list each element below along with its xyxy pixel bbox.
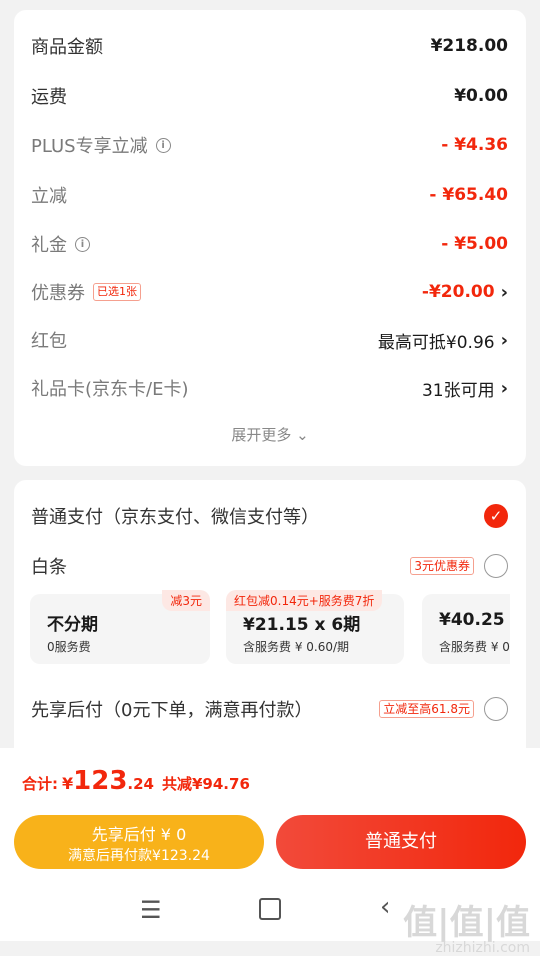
coupon-row[interactable]: 优惠券 已选1张 -¥20.00 › — [31, 277, 508, 307]
plan-no-installment[interactable]: 减3元 不分期 0服务费 — [30, 590, 210, 664]
plan-6-months[interactable]: 红包减0.14元+服务费7折 ¥21.15 x 6期 含服务费 ¥ 0.60/期 — [226, 590, 404, 664]
plan-badge: 减3元 — [162, 590, 210, 611]
normal-pay-option[interactable]: 普通支付（京东支付、微信支付等） ✓ — [31, 501, 508, 531]
check-icon[interactable]: ✓ — [484, 504, 508, 528]
chevron-right-icon: › — [500, 329, 508, 351]
gift-money-value: - ¥5.00 — [441, 234, 508, 254]
plus-discount-label: PLUS专享立减 — [31, 136, 148, 157]
giftcard-row[interactable]: 礼品卡(京东卡/E卡) 31张可用 › — [31, 373, 508, 403]
goods-amount-row: 商品金额 ¥218.00 — [31, 31, 508, 61]
pay-later-button-title: 先享后付 ¥ 0 — [91, 825, 187, 844]
redpacket-row[interactable]: 红包 最高可抵¥0.96 › — [31, 325, 508, 355]
plan-title: ¥40.25 x — [439, 610, 510, 630]
pay-later-label: 先享后付（0元下单，满意再付款） — [31, 700, 313, 721]
plan-title: 不分期 — [47, 615, 98, 635]
pay-later-radio[interactable] — [484, 697, 508, 721]
menu-icon[interactable]: ☰ — [140, 896, 162, 924]
normal-pay-button[interactable]: 普通支付 — [276, 815, 526, 869]
back-icon[interactable]: ‹ — [380, 892, 390, 922]
plus-discount-value: - ¥4.36 — [441, 135, 508, 155]
total-label: 合计: — [22, 775, 58, 793]
pay-later-button-sub: 满意后再付款¥123.24 — [68, 848, 210, 864]
coupon-value: -¥20.00 — [421, 282, 495, 302]
order-summary-card: 商品金额 ¥218.00 运费 ¥0.00 PLUS专享立减 i - ¥4.36 … — [14, 10, 526, 466]
redpacket-label: 红包 — [31, 331, 67, 352]
plan-title: ¥21.15 x 6期 — [243, 615, 361, 635]
giftcard-value: 31张可用 — [421, 380, 495, 401]
chevron-right-icon: › — [500, 377, 508, 399]
total-decimal: .24 — [127, 775, 154, 793]
pay-later-button[interactable]: 先享后付 ¥ 0 满意后再付款¥123.24 — [14, 815, 264, 869]
watermark-url: zhizhizhi.com — [435, 940, 530, 956]
shipping-row: 运费 ¥0.00 — [31, 81, 508, 111]
watermark-logo: 值|值|值 — [403, 903, 530, 943]
coupon-label: 优惠券 — [31, 283, 85, 304]
gift-money-label: 礼金 — [31, 235, 67, 256]
checkout-bar: 合计: ¥ 123 .24 共减¥94.76 先享后付 ¥ 0 满意后再付款¥1… — [0, 748, 540, 956]
plan-fee: 含服务费 ¥ 0 — [439, 640, 510, 654]
chevron-down-icon: ⌄ — [291, 426, 309, 444]
plan-fee: 含服务费 ¥ 0.60/期 — [243, 640, 350, 654]
expand-more-label: 展开更多 — [231, 426, 292, 444]
info-icon[interactable]: i — [75, 236, 90, 252]
shipping-label: 运费 — [31, 87, 67, 108]
total-integer: 123 — [73, 766, 128, 796]
total-amount: 合计: ¥ 123 .24 共减¥94.76 — [22, 766, 250, 796]
chevron-right-icon: › — [500, 281, 508, 303]
baitiao-label: 白条 — [31, 557, 67, 578]
goods-amount-label: 商品金额 — [31, 37, 103, 58]
installment-plans: 减3元 不分期 0服务费 红包减0.14元+服务费7折 ¥21.15 x 6期 … — [30, 584, 510, 670]
watermark: 值|值|值 zhizhizhi.com — [403, 906, 530, 956]
instant-discount-value: - ¥65.40 — [429, 185, 508, 205]
total-saved: 共减¥94.76 — [162, 775, 250, 793]
baitiao-radio[interactable] — [484, 554, 508, 578]
normal-pay-button-label: 普通支付 — [365, 831, 437, 852]
info-icon[interactable]: i — [155, 137, 171, 153]
redpacket-value: 最高可抵¥0.96 — [377, 332, 495, 353]
plus-discount-row: PLUS专享立减 i - ¥4.36 — [31, 130, 508, 160]
plan-3-months[interactable]: ¥40.25 x 含服务费 ¥ 0 — [422, 594, 510, 664]
normal-pay-label: 普通支付（京东支付、微信支付等） — [31, 507, 319, 528]
pay-later-option[interactable]: 先享后付（0元下单，满意再付款） 立减至高61.8元 — [31, 694, 508, 724]
expand-more-button[interactable]: 展开更多 ⌄ — [14, 424, 526, 445]
coupon-selected-badge: 已选1张 — [93, 283, 141, 301]
giftcard-label: 礼品卡(京东卡/E卡) — [31, 379, 189, 400]
total-currency: ¥ — [62, 774, 74, 793]
pay-later-badge: 立减至高61.8元 — [379, 700, 474, 718]
plan-badge: 红包减0.14元+服务费7折 — [226, 590, 383, 611]
home-icon[interactable] — [259, 898, 281, 920]
instant-discount-row: 立减 - ¥65.40 — [31, 180, 508, 210]
instant-discount-label: 立减 — [31, 186, 67, 207]
baitiao-option[interactable]: 白条 3元优惠券 — [31, 551, 508, 581]
shipping-value: ¥0.00 — [454, 86, 508, 106]
gift-money-row: 礼金 i - ¥5.00 — [31, 229, 508, 259]
baitiao-coupon-badge: 3元优惠券 — [410, 557, 474, 575]
goods-amount-value: ¥218.00 — [430, 36, 508, 56]
payment-method-card: 普通支付（京东支付、微信支付等） ✓ 白条 3元优惠券 减3元 不分期 0服务费… — [14, 480, 526, 770]
plan-fee: 0服务费 — [47, 640, 91, 654]
